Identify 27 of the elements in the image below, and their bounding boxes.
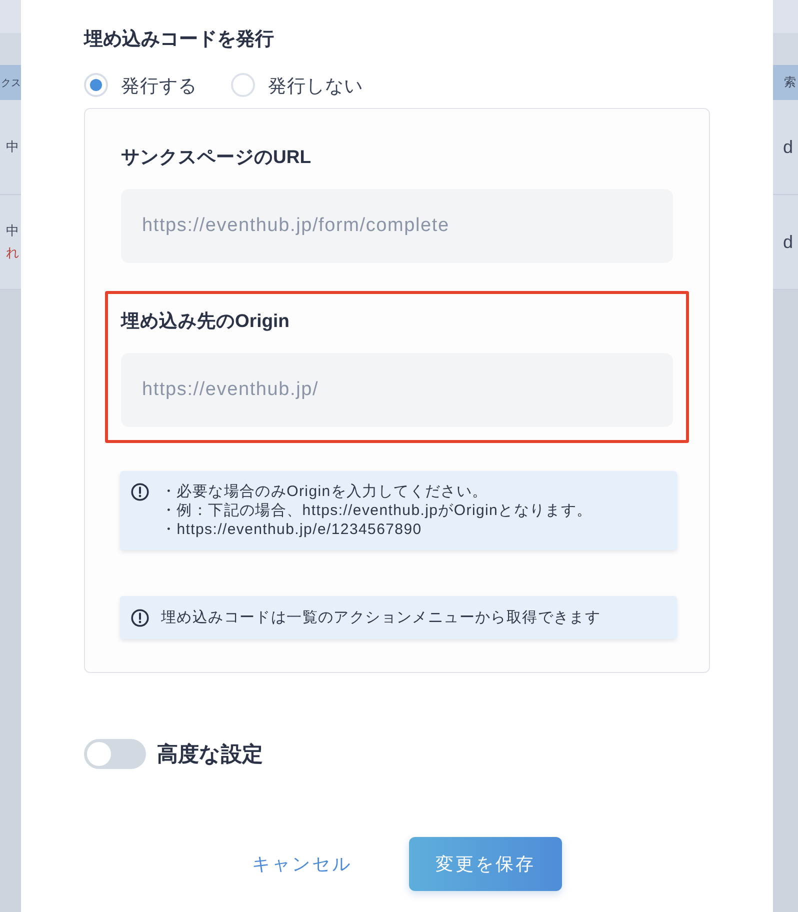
radio-option[interactable]: 発行しない [231, 73, 363, 97]
notice-text: ・https://eventhub.jp/e/1234567890 [161, 520, 422, 539]
page-band [773, 33, 798, 65]
page-band [0, 0, 21, 33]
table-header-cell: クス [0, 65, 21, 100]
section-title: 埋め込みコードを発行 [84, 28, 274, 52]
table-cell-text: れ [6, 245, 19, 261]
cancel-button[interactable]: キャンセル [232, 837, 372, 891]
field-label: サンクスページのURL [121, 146, 312, 167]
table-cell-text: 中 [6, 223, 19, 239]
radio-option[interactable]: 発行する [84, 73, 197, 97]
notice-text: ・必要な場合のみOriginを入力してください。 [161, 482, 488, 501]
text-input[interactable]: https://eventhub.jp/ [121, 353, 673, 427]
exclamation-circle-icon [131, 482, 149, 500]
table-cell-text: 中 [6, 139, 19, 155]
table-cell-text: d [783, 232, 794, 252]
notice-text: 埋め込みコードは一覧のアクションメニューから取得できます [161, 608, 601, 627]
table-header-cell: 索 [773, 65, 798, 100]
exclamation-circle-icon [131, 608, 149, 626]
field-label: 埋め込み先のOrigin [121, 310, 290, 331]
toggle-switch[interactable] [84, 739, 146, 769]
text-input[interactable]: https://eventhub.jp/form/complete [121, 189, 673, 263]
toggle-label: 高度な設定 [157, 742, 263, 768]
page-band [773, 0, 798, 33]
table-cell-text: d [783, 136, 794, 158]
page-band [0, 33, 21, 65]
notice-text: ・例：下記の場合、https://eventhub.jpがOriginとなります。 [161, 501, 592, 520]
